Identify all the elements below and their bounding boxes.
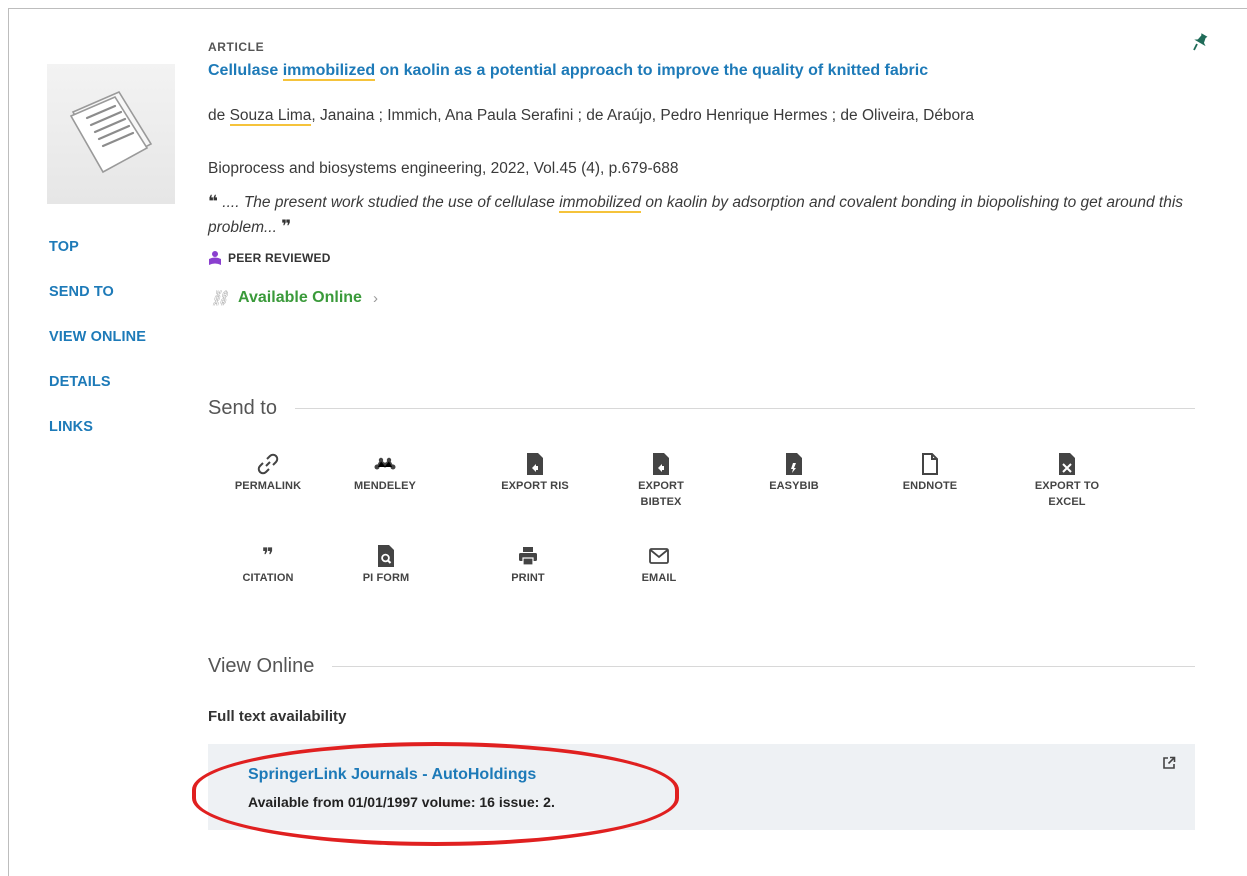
- section-divider: [294, 408, 1195, 409]
- document-stack-icon: [69, 90, 153, 174]
- action-label: EXPORT TO EXCEL: [1034, 480, 1100, 508]
- action-endnote[interactable]: ENDNOTE: [880, 452, 980, 494]
- file-export-icon: [786, 453, 802, 475]
- file-export-icon: [527, 453, 543, 475]
- authors-text: , Janaina ; Immich, Ana Paula Serafini ;…: [311, 107, 974, 124]
- record-title[interactable]: Cellulase immobilized on kaolin as a pot…: [208, 61, 1028, 81]
- external-link-icon[interactable]: [1162, 756, 1176, 775]
- mendeley-icon: [374, 457, 396, 470]
- record-thumbnail: [47, 64, 175, 204]
- action-export-excel[interactable]: EXPORT TO EXCEL: [1017, 452, 1117, 510]
- snippet-text: .... The present work studied the use of…: [222, 194, 560, 211]
- send-to-section-header: Send to: [208, 397, 1195, 420]
- file-export-icon: [653, 453, 669, 475]
- pin-icon[interactable]: [1193, 32, 1209, 57]
- action-label: EASYBIB: [769, 480, 819, 492]
- action-label: PERMALINK: [234, 480, 302, 492]
- annotation-highlight-oval: [192, 742, 679, 846]
- section-divider: [332, 666, 1195, 667]
- action-label: EXPORT RIS: [501, 480, 569, 492]
- record-authors: de Souza Lima, Janaina ; Immich, Ana Pau…: [208, 104, 1168, 127]
- action-export-bibtex[interactable]: EXPORT BIBTEX: [611, 452, 711, 510]
- authors-text: de: [208, 107, 230, 124]
- title-part: on kaolin as a potential approach to imp…: [375, 62, 929, 79]
- resource-type: ARTICLE: [208, 40, 265, 54]
- action-citation[interactable]: ❞ CITATION: [218, 544, 318, 586]
- action-permalink[interactable]: PERMALINK: [218, 452, 318, 494]
- peer-reviewed-icon: [209, 251, 221, 265]
- peer-reviewed-label: PEER REVIEWED: [228, 251, 331, 265]
- action-label: CITATION: [242, 572, 294, 584]
- title-highlight: immobilized: [282, 62, 376, 81]
- printer-icon: [519, 547, 537, 566]
- link-icon: [257, 453, 279, 475]
- action-label: ENDNOTE: [902, 480, 958, 492]
- action-label: PI FORM: [362, 572, 410, 584]
- envelope-icon: [649, 548, 669, 564]
- snippet-highlight: immobilized: [559, 194, 642, 213]
- quote-icon: ❞: [262, 545, 274, 567]
- view-online-heading: View Online: [208, 655, 315, 677]
- close-quote-icon: ❞: [281, 217, 292, 236]
- title-part: Cellulase: [208, 62, 283, 79]
- action-label: EXPORT BIBTEX: [638, 480, 684, 508]
- action-email[interactable]: EMAIL: [609, 544, 709, 586]
- action-mendeley[interactable]: MENDELEY: [335, 452, 435, 494]
- nav-details[interactable]: DETAILS: [49, 373, 146, 418]
- action-label: PRINT: [511, 572, 545, 584]
- view-online-section-header: View Online: [208, 655, 1195, 678]
- open-quote-icon: ❝: [208, 192, 218, 211]
- record-source: Bioprocess and biosystems engineering, 2…: [208, 160, 679, 177]
- file-outline-icon: [922, 453, 938, 475]
- action-easybib[interactable]: EASYBIB: [744, 452, 844, 494]
- record-snippet: ❝ .... The present work studied the use …: [208, 190, 1193, 240]
- nav-links[interactable]: LINKS: [49, 418, 146, 463]
- action-pi-form[interactable]: PI FORM: [336, 544, 436, 586]
- action-label: EMAIL: [641, 572, 677, 584]
- nav-send-to[interactable]: SEND TO: [49, 283, 146, 328]
- action-export-ris[interactable]: EXPORT RIS: [485, 452, 585, 494]
- action-label: MENDELEY: [354, 480, 416, 492]
- availability-status[interactable]: ⛓ Available Online ›: [210, 289, 378, 307]
- availability-label: Available Online: [238, 289, 362, 306]
- excel-file-icon: [1059, 453, 1075, 475]
- nav-top[interactable]: TOP: [49, 238, 146, 283]
- chevron-right-icon: ›: [372, 289, 378, 307]
- nav-view-online[interactable]: VIEW ONLINE: [49, 328, 146, 373]
- file-search-icon: [378, 545, 394, 567]
- authors-highlight: Souza Lima: [229, 107, 312, 126]
- peer-reviewed-badge: PEER REVIEWED: [208, 250, 331, 266]
- full-text-availability-heading: Full text availability: [208, 708, 347, 725]
- left-nav: TOP SEND TO VIEW ONLINE DETAILS LINKS: [49, 238, 146, 463]
- link-icon: ⛓: [210, 290, 230, 307]
- send-to-heading: Send to: [208, 397, 277, 419]
- action-print[interactable]: PRINT: [478, 544, 578, 586]
